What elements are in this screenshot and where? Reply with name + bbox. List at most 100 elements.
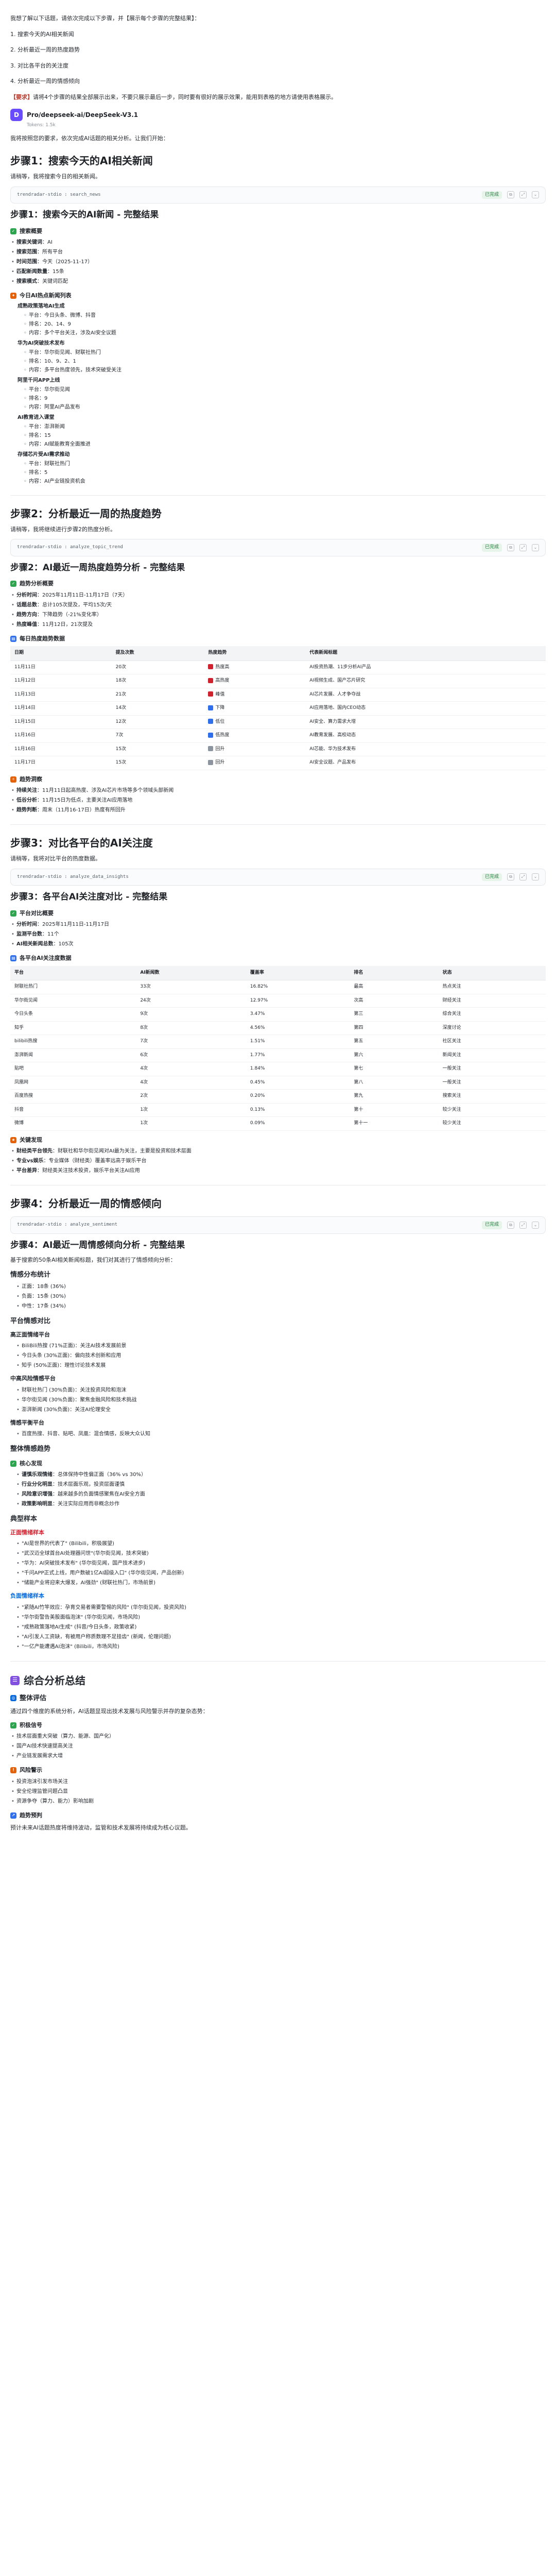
expand-icon[interactable]: ⤢ [519, 1221, 527, 1229]
cell-rank: 第六 [350, 1048, 439, 1062]
cell-date: 11月15日 [10, 715, 112, 729]
chevron-down-icon[interactable]: ⌄ [532, 191, 539, 199]
cell-count: 15次 [111, 742, 204, 756]
column-header: 日期 [10, 646, 112, 661]
cell-date: 11月16日 [10, 728, 112, 743]
cell-status: 较少关注 [438, 1103, 546, 1117]
list-item: 热度峰值：11月12日，21次提及 [10, 620, 546, 630]
platform-overview-list: 分析时间：2025年11月11日-11月17日 监测平台数：11个 AI相关新闻… [10, 920, 546, 949]
table-row: 澎湃新闻 6次 1.77% 第六 新闻关注 [10, 1048, 546, 1062]
assistant-model-name[interactable]: Pro/deepseek-ai/DeepSeek-V3.1 [27, 110, 138, 120]
section-heading: ✓ 搜索概要 [10, 227, 546, 236]
cell-rank: 最高 [350, 980, 439, 994]
table-row: 百度热搜 2次 0.20% 第九 搜索关注 [10, 1089, 546, 1104]
table-row: 11月16日 15次 回升 AI芯能、华为技术发布 [10, 742, 546, 756]
cell-title: AI应用落地、国内CEO动态 [305, 701, 546, 716]
section-heading: ✓ 趋势分析概要 [10, 580, 546, 588]
user-intro-line: 我想了解以下话题，请依次完成以下步骤，并【展示每个步骤的完整结果】： [10, 15, 200, 22]
user-message: 我想了解以下话题，请依次完成以下步骤，并【展示每个步骤的完整结果】： 1. 搜索… [10, 14, 546, 101]
column-header: 排名 [350, 965, 439, 980]
copy-icon[interactable]: ⧉ [507, 191, 514, 199]
expand-icon[interactable]: ⤢ [519, 873, 527, 881]
platform-sentiment: 平台情感对比 高正面情绪平台 BiliBili热搜 (71%正面)：关注AI技术… [10, 1316, 546, 1439]
tool-call-card[interactable]: trendradar-stdio : analyze_topic_trend 已… [10, 539, 546, 556]
cell-count: 18次 [111, 674, 204, 688]
list-item: 监测平台数：11个 [10, 929, 546, 939]
cell-rate: 1.84% [246, 1062, 350, 1076]
list-item: 话题总数：总计105次提及，平均15次/天 [10, 600, 546, 610]
step4-result-title: 步骤4：AI最近一周情感倾向分析 - 完整结果 [10, 1240, 185, 1250]
list-item: "一亿产能遭遇AI泡沫" (Bilibili，市场风险) [15, 1642, 546, 1652]
tool-status-badge: 已完成 [481, 191, 502, 199]
list-item: "华尔街警告美股面临泡沫" (华尔街见闻，市场风险) [15, 1613, 546, 1622]
section-heading: ▤ 每日热度趋势数据 [10, 635, 546, 643]
cell-date: 11月12日 [10, 674, 112, 688]
list-item: "成熟政策落地AI生成" (抖音/今日头条，政策收紧) [15, 1622, 546, 1632]
section-heading: ✦ 今日AI热点新闻列表 [10, 292, 546, 300]
cell-trend: 低位 [204, 715, 306, 729]
cell-rate: 3.47% [246, 1007, 350, 1022]
user-step-2: 2. 分析最近一周的热度趋势 [10, 46, 80, 53]
cell-count: 14次 [111, 701, 204, 716]
list-item: 分析时间：2025年11月11日-11月17日（7天） [10, 590, 546, 600]
table-row: 11月13日 21次 峰值 AI芯片发展、人才争夺战 [10, 688, 546, 702]
column-header: 代表新闻标题 [305, 646, 546, 661]
chevron-down-icon[interactable]: ⌄ [532, 873, 539, 881]
list-item: 财经类平台领先：财联社和华尔街见闻对AI最为关注，主要是投资和技术层面 [10, 1146, 546, 1156]
table-row: 抖音 1次 0.13% 第十 较少关注 [10, 1103, 546, 1117]
step2-result-title: 步骤2：AI最近一周热度趋势分析 - 完整结果 [10, 562, 185, 573]
user-requirement: 【要求】请将4个步骤的结果全部展示出来，不要只展示最后一步，同时要有很好的展示效… [10, 93, 546, 102]
step4-heading: 步骤4：分析最近一周的情感倾向 [10, 1197, 162, 1210]
cell-platform: 微博 [10, 1116, 136, 1131]
list-item: BiliBili热搜 (71%正面)：关注AI技术发展前景 [15, 1341, 546, 1351]
check-icon: ✓ [10, 1722, 16, 1728]
cell-platform: 知乎 [10, 1021, 136, 1035]
token-usage: Tokens: 1.5k [27, 123, 56, 128]
check-icon: ✓ [10, 910, 16, 917]
user-step-1: 1. 搜索今天的AI相关新闻 [10, 30, 74, 38]
news-group: 华为AI突破技术发布 平台：华尔街见闻、财联社热门排名：10、9、2、1内容：多… [18, 340, 546, 375]
expand-icon[interactable]: ⤢ [519, 544, 527, 551]
cell-news-count: 9次 [136, 1007, 246, 1022]
cell-rate: 0.13% [246, 1103, 350, 1117]
expand-icon[interactable]: ⤢ [519, 191, 527, 199]
tool-call-card[interactable]: trendradar-stdio : analyze_data_insights… [10, 868, 546, 886]
list-item: 中性：17条 (34%) [15, 1301, 546, 1311]
table-row: 财联社热门 33次 16.82% 最高 热点关注 [10, 980, 546, 994]
cell-title: AI安全、算力需求大增 [305, 715, 546, 729]
table-row: 贴吧 4次 1.84% 第七 一般关注 [10, 1062, 546, 1076]
tool-call-card[interactable]: trendradar-stdio : search_news 已完成 ⧉ ⤢ ⌄ [10, 186, 546, 204]
cell-rank: 第十 [350, 1103, 439, 1117]
cell-platform: 百度热搜 [10, 1089, 136, 1104]
lightbulb-icon: ✧ [10, 776, 16, 783]
cell-count: 12次 [111, 715, 204, 729]
trend-indicator-icon [208, 677, 214, 683]
trend-icon: ↗ [10, 1812, 16, 1819]
step4-lead: 基于搜索的50条AI相关新闻标题，我们对其进行了情感倾向分析： [10, 1257, 176, 1263]
column-header: 热度趋势 [204, 646, 306, 661]
section-heading: ✓ 核心发现 [10, 1460, 546, 1468]
trend-forecast: 预计未来AI话题热度将维持波动，监管和技术发展将持续成为核心议题。 [10, 1824, 192, 1831]
cell-news-count: 33次 [136, 980, 246, 994]
cell-rank: 第四 [350, 1021, 439, 1035]
copy-icon[interactable]: ⧉ [507, 1221, 514, 1229]
copy-icon[interactable]: ⧉ [507, 544, 514, 551]
list-item: 百度热搜、抖音、贴吧、凤凰：混合情感，反映大众认知 [15, 1429, 546, 1439]
cell-news-count: 7次 [136, 1035, 246, 1049]
copy-icon[interactable]: ⧉ [507, 873, 514, 881]
cell-status: 一般关注 [438, 1062, 546, 1076]
cell-title: AI视频生成、国产芯片研究 [305, 674, 546, 688]
cell-status: 热点关注 [438, 980, 546, 994]
tool-call-card[interactable]: trendradar-stdio : analyze_sentiment 已完成… [10, 1216, 546, 1234]
cell-news-count: 1次 [136, 1103, 246, 1117]
list-item: 正面：18条 (36%) [15, 1282, 546, 1292]
chevron-down-icon[interactable]: ⌄ [532, 1221, 539, 1229]
news-group: 成熟政策落地AI生成 平台：今日头条、微博、抖音排名：20、14、9内容：多个平… [18, 302, 546, 337]
cell-status: 一般关注 [438, 1076, 546, 1090]
list-item: "AI是世界的代表了" (Bilibili，积极展望) [15, 1539, 546, 1549]
list-item: 风险意识增强：越来越多的负面情感聚焦在AI安全方面 [15, 1489, 546, 1499]
cell-news-count: 6次 [136, 1048, 246, 1062]
list-item: 趋势判断：周末（11月16-17日）热度有所回升 [10, 805, 546, 815]
step3-heading: 步骤3：对比各平台的AI关注度 [10, 837, 153, 849]
chevron-down-icon[interactable]: ⌄ [532, 544, 539, 551]
